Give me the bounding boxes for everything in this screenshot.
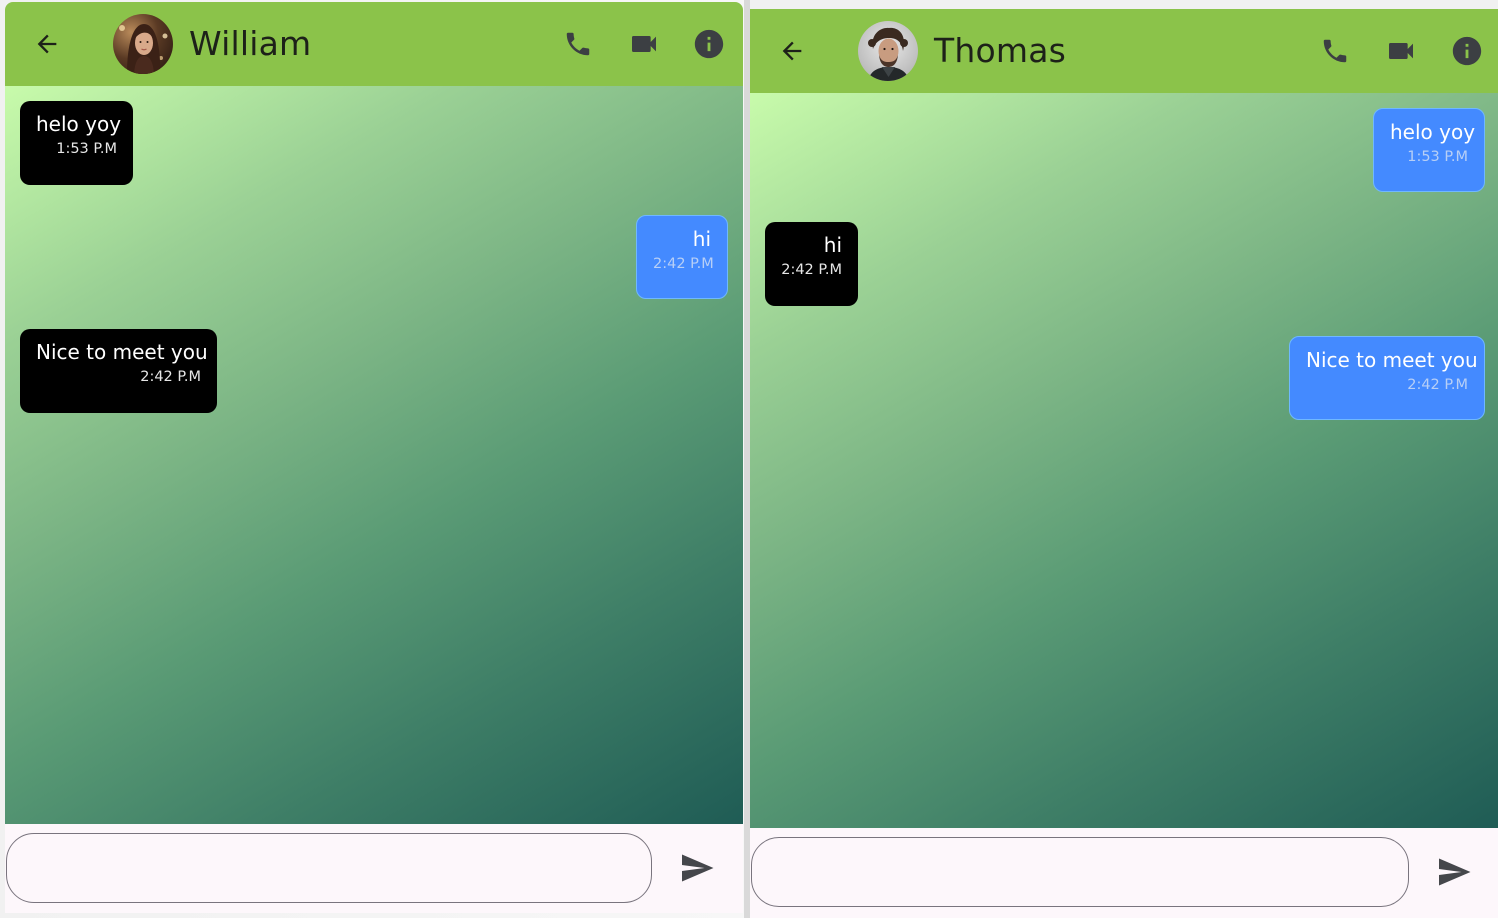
message-list[interactable]: helo yoy 1:53 P.M hi 2:42 P.M Nice to me… xyxy=(750,93,1498,828)
call-button[interactable] xyxy=(1315,31,1355,71)
contact-name: Thomas xyxy=(934,31,1067,70)
message-time: 2:42 P.M xyxy=(1407,377,1468,393)
send-icon xyxy=(682,854,714,882)
message-bubble: helo yoy 1:53 P.M xyxy=(1373,108,1485,192)
message-text: helo yoy xyxy=(1390,120,1476,144)
contact-photo xyxy=(858,21,918,81)
videocam-icon xyxy=(632,36,656,52)
send-icon xyxy=(1439,858,1471,886)
message-text: Nice to meet you xyxy=(1306,348,1478,372)
message-time: 1:53 P.M xyxy=(1407,149,1468,165)
message-bubble: Nice to meet you 2:42 P.M xyxy=(20,329,217,413)
chat-window-left: William helo yoy 1:53 P.M hi 2:42 P.M Ni… xyxy=(5,2,743,913)
message-time: 2:42 P.M xyxy=(140,369,201,385)
message-input[interactable] xyxy=(751,837,1409,907)
chat-window-right: Thomas helo yoy 1:53 P.M hi 2:42 P.M Nic… xyxy=(750,9,1498,918)
call-button[interactable] xyxy=(558,24,598,64)
arrow-back-icon xyxy=(37,34,57,54)
send-button[interactable] xyxy=(675,846,719,890)
contact-photo xyxy=(113,14,173,74)
message-time: 2:42 P.M xyxy=(781,262,842,278)
avatar[interactable] xyxy=(113,14,173,74)
composer-bar xyxy=(5,824,743,913)
message-text: Nice to meet you xyxy=(36,340,208,364)
message-bubble: Nice to meet you 2:42 P.M xyxy=(1289,336,1485,420)
arrow-back-icon xyxy=(782,41,802,61)
back-button[interactable] xyxy=(774,31,810,71)
message-time: 2:42 P.M xyxy=(653,256,714,272)
message-text: helo yoy xyxy=(36,112,122,136)
composer-bar xyxy=(750,828,1498,918)
contact-name: William xyxy=(189,24,312,63)
avatar[interactable] xyxy=(858,21,918,81)
video-call-button[interactable] xyxy=(624,24,664,64)
message-bubble: hi 2:42 P.M xyxy=(765,222,858,306)
info-icon xyxy=(1452,36,1482,66)
app-bar: William xyxy=(5,2,743,86)
video-call-button[interactable] xyxy=(1381,31,1421,71)
info-button[interactable] xyxy=(1447,31,1487,71)
info-icon xyxy=(694,29,724,59)
videocam-icon xyxy=(1389,43,1413,59)
phone-icon xyxy=(566,32,590,56)
back-button[interactable] xyxy=(29,24,65,64)
message-time: 1:53 P.M xyxy=(56,141,117,157)
phone-icon xyxy=(1323,39,1347,63)
message-text: hi xyxy=(692,227,711,251)
message-text: hi xyxy=(823,233,842,257)
message-list[interactable]: helo yoy 1:53 P.M hi 2:42 P.M Nice to me… xyxy=(5,86,743,824)
info-button[interactable] xyxy=(689,24,729,64)
message-bubble: helo yoy 1:53 P.M xyxy=(20,101,133,185)
message-bubble: hi 2:42 P.M xyxy=(636,215,728,299)
send-button[interactable] xyxy=(1432,850,1476,894)
message-input[interactable] xyxy=(6,833,652,903)
app-bar: Thomas xyxy=(750,9,1498,93)
